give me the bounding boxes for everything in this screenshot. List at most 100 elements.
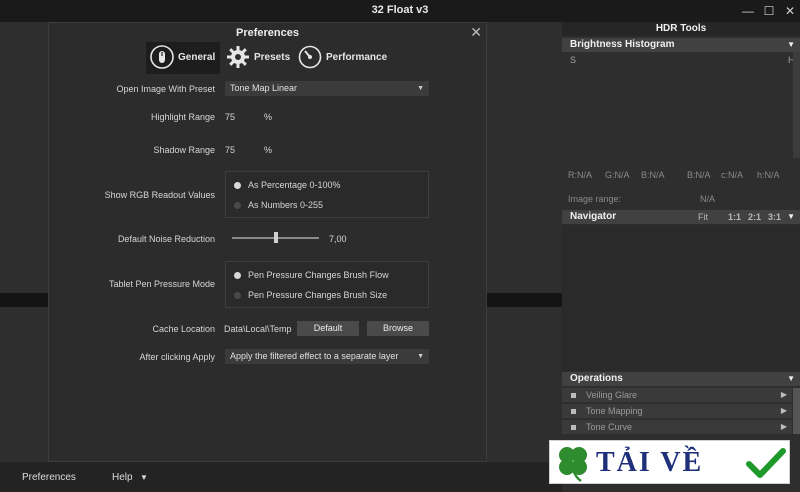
readout-g: G:N/A (605, 170, 630, 180)
navigator-title: Navigator (570, 211, 617, 222)
operation-item[interactable]: Veiling Glare ▶ (562, 388, 792, 402)
histogram-header[interactable]: Brightness Histogram ▼ (562, 38, 800, 52)
tablet-pen-label: Tablet Pen Pressure Mode (108, 279, 215, 289)
select-value: Tone Map Linear (230, 83, 298, 93)
readout-h: h:N/A (757, 170, 780, 180)
radio-percentage[interactable] (234, 182, 241, 189)
noise-reduction-slider-thumb[interactable] (273, 232, 278, 243)
zoom-2-1[interactable]: 2:1 (748, 210, 761, 224)
watermark-logo: TẢI VỀ (549, 440, 790, 484)
chevron-down-icon[interactable]: ▼ (140, 473, 148, 482)
close-icon[interactable]: ✕ (470, 24, 482, 41)
radio-brush-flow-label[interactable]: Pen Pressure Changes Brush Flow (248, 270, 389, 280)
hdr-tools-panel: HDR Tools Brightness Histogram ▼ S H R:N… (562, 22, 800, 492)
histogram-scrollbar[interactable] (793, 52, 800, 158)
operation-item[interactable]: Tone Mapping ▶ (562, 404, 792, 418)
title-bar: 32 Float v3 — ☐ ✕ (0, 0, 800, 22)
operation-label: Tone Mapping (586, 406, 643, 416)
minimize-button[interactable]: — (738, 2, 758, 20)
cache-location-path: Data\Local\Temp (224, 324, 292, 334)
help-menu[interactable]: Help (112, 472, 133, 483)
zoom-fit[interactable]: Fit (698, 210, 708, 224)
operation-label: Veiling Glare (586, 390, 638, 400)
browse-button[interactable]: Browse (367, 321, 429, 336)
tab-label: Presets (254, 52, 291, 63)
canvas-area-left (0, 22, 48, 462)
after-apply-select[interactable]: Apply the filtered effect to a separate … (225, 349, 429, 364)
chevron-down-icon: ▼ (417, 85, 424, 92)
radio-brush-flow[interactable] (234, 272, 241, 279)
collapse-icon[interactable]: ▼ (787, 372, 795, 386)
readout-c: c:N/A (721, 170, 744, 180)
pen-icon (150, 45, 174, 69)
rgb-readout-label: Show RGB Readout Values (104, 190, 215, 200)
chevron-down-icon: ▼ (417, 353, 424, 360)
operation-label: Tone Curve (586, 422, 633, 432)
cache-location-label: Cache Location (152, 324, 215, 334)
noise-reduction-value: 7,00 (329, 234, 347, 244)
preferences-menu[interactable]: Preferences (22, 472, 76, 483)
radio-brush-size-label[interactable]: Pen Pressure Changes Brush Size (248, 290, 387, 300)
shadow-range-input[interactable]: 75 (225, 145, 235, 155)
shadow-range-unit: % (264, 145, 273, 155)
navigator-header[interactable]: Navigator Fit 1:1 2:1 3:1 ▼ (562, 210, 800, 224)
checkbox-icon[interactable] (571, 409, 576, 414)
canvas-divider-left (0, 293, 48, 307)
play-icon[interactable]: ▶ (781, 388, 787, 402)
operations-scrollbar[interactable] (793, 388, 800, 434)
maximize-button[interactable]: ☐ (759, 2, 779, 20)
rgb-readout-group: As Percentage 0-100% As Numbers 0-255 (225, 171, 429, 218)
default-button[interactable]: Default (297, 321, 359, 336)
preferences-dialog: Preferences ✕ General Presets Performanc… (48, 22, 487, 462)
canvas-area-right (487, 22, 562, 462)
tablet-pen-group: Pen Pressure Changes Brush Flow Pen Pres… (225, 261, 429, 308)
select-value: Apply the filtered effect to a separate … (230, 351, 399, 361)
play-icon[interactable]: ▶ (781, 404, 787, 418)
clover-icon (559, 447, 587, 483)
app-title: 32 Float v3 (371, 4, 429, 16)
gear-icon (227, 46, 249, 68)
tab-performance[interactable]: Performance (294, 42, 388, 74)
zoom-3-1[interactable]: 3:1 (768, 210, 781, 224)
checkbox-icon[interactable] (571, 393, 576, 398)
operations-header[interactable]: Operations ▼ (562, 372, 800, 386)
tab-general[interactable]: General (146, 42, 220, 74)
highlight-range-label: Highlight Range (150, 112, 215, 122)
checkbox-icon[interactable] (571, 425, 576, 430)
readout-b: B:N/A (641, 170, 665, 180)
tab-presets[interactable]: Presets (222, 42, 294, 74)
checkmark-icon (746, 448, 786, 478)
app-window: 32 Float v3 — ☐ ✕ Preferences Help ▼ HDR… (0, 0, 800, 492)
readout-b2: B:N/A (687, 170, 711, 180)
noise-reduction-label: Default Noise Reduction (117, 234, 215, 244)
collapse-icon[interactable]: ▼ (787, 38, 795, 52)
operations-title: Operations (570, 373, 623, 384)
image-range-value: N/A (700, 194, 716, 204)
tab-label: General (178, 52, 216, 63)
bottom-bar: Preferences Help ▼ (0, 462, 562, 492)
watermark-text: TẢI VỀ (596, 447, 704, 478)
navigator-preview (562, 225, 800, 371)
open-image-preset-select[interactable]: Tone Map Linear ▼ (225, 81, 429, 96)
highlight-range-unit: % (264, 112, 273, 122)
radio-numbers-label[interactable]: As Numbers 0-255 (248, 200, 323, 210)
operation-item[interactable]: Tone Curve ▶ (562, 420, 792, 434)
collapse-icon[interactable]: ▼ (787, 210, 795, 224)
readout-r: R:N/A (568, 170, 593, 180)
dialog-title: Preferences (236, 27, 299, 39)
radio-percentage-label[interactable]: As Percentage 0-100% (248, 180, 341, 190)
close-window-button[interactable]: ✕ (780, 2, 800, 20)
after-apply-label: After clicking Apply (139, 352, 215, 362)
play-icon[interactable]: ▶ (781, 420, 787, 434)
radio-brush-size[interactable] (234, 292, 241, 299)
zoom-1-1[interactable]: 1:1 (728, 210, 741, 224)
canvas-divider-right (487, 293, 562, 307)
histogram-title: Brightness Histogram (570, 39, 675, 50)
highlight-range-input[interactable]: 75 (225, 112, 235, 122)
histogram-shadow-marker: S (570, 55, 577, 65)
hdr-tools-title: HDR Tools (562, 22, 800, 36)
radio-numbers[interactable] (234, 202, 241, 209)
tab-label: Performance (326, 52, 388, 63)
image-range-label: Image range: (568, 194, 622, 204)
open-image-preset-label: Open Image With Preset (116, 84, 215, 94)
